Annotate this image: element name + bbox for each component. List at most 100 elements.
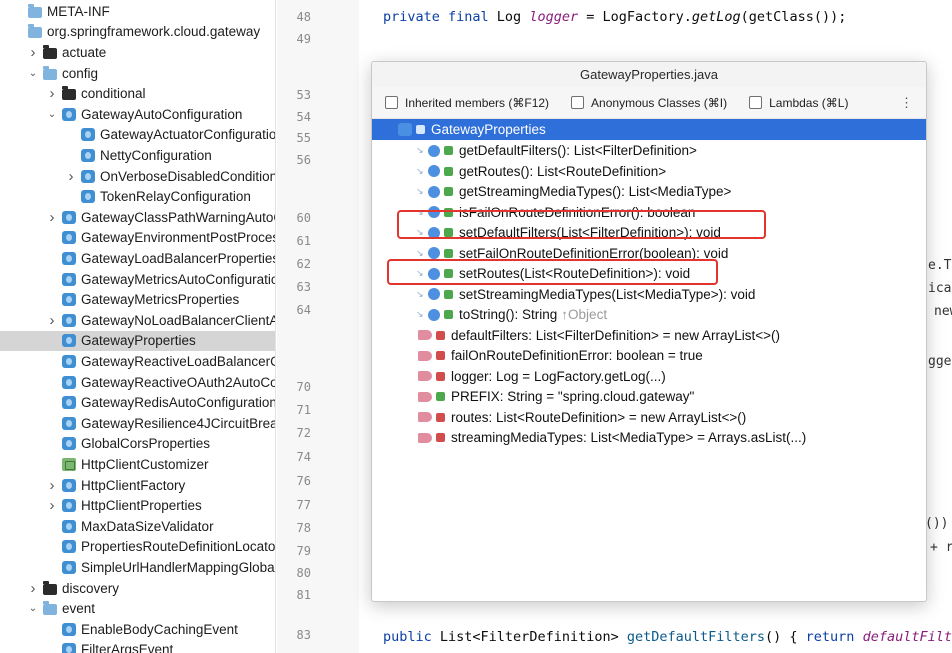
tree-item[interactable]: › HttpClientProperties — [0, 495, 275, 516]
tree-item[interactable]: ⌄ GatewayAutoConfiguration — [0, 104, 275, 125]
anonymous-classes-checkbox[interactable]: Anonymous Classes (⌘I) — [571, 96, 727, 110]
tree-item[interactable]: › GatewayNoLoadBalancerClientAutoConfigur… — [0, 310, 276, 331]
structure-root-item[interactable]: GatewayProperties — [372, 119, 926, 140]
tree-item[interactable]: FilterArgsEvent — [0, 640, 275, 653]
chevron-down-icon[interactable]: ⌄ — [27, 603, 39, 614]
chevron-right-icon[interactable]: › — [46, 477, 58, 494]
tree-item[interactable]: EnableBodyCachingEvent — [0, 619, 275, 640]
chevron-right-icon[interactable]: › — [46, 312, 58, 329]
more-options-icon[interactable]: ⋮ — [900, 95, 913, 111]
chevron-right-icon[interactable]: › — [46, 209, 58, 226]
chevron-right-icon[interactable]: › — [46, 497, 58, 514]
chevron-right-icon[interactable]: › — [27, 44, 39, 61]
structure-item-label: getRoutes(): List<RouteDefinition> — [459, 163, 667, 179]
structure-field-item[interactable]: failOnRouteDefinitionError: boolean = tr… — [372, 346, 926, 367]
tree-item[interactable]: › actuate — [0, 42, 275, 63]
tree-item-label: MaxDataSizeValidator — [81, 518, 214, 534]
tree-item[interactable]: › conditional — [0, 83, 275, 104]
tree-item[interactable]: TokenRelayConfiguration — [0, 186, 275, 207]
class-icon — [62, 272, 76, 286]
structure-item-label: logger: Log = LogFactory.getLog(...) — [451, 368, 666, 384]
tree-item[interactable]: › HttpClientFactory — [0, 475, 275, 496]
tree-item[interactable]: GatewayMetricsAutoConfiguration — [0, 269, 275, 290]
tree-item[interactable]: › discovery — [0, 578, 275, 599]
tree-item[interactable]: GatewayResilience4JCircuitBreakerAutoCon… — [0, 413, 275, 434]
tree-item-label: GatewayActuatorConfiguration — [100, 127, 276, 143]
structure-item-label: failOnRouteDefinitionError: boolean = tr… — [451, 348, 703, 364]
private-lock-icon — [436, 330, 445, 340]
structure-method-item[interactable]: ↘ toString(): String ↑Object — [372, 305, 926, 326]
keyword: public — [383, 629, 432, 645]
structure-field-item[interactable]: PREFIX: String = "spring.cloud.gateway" — [372, 387, 926, 408]
line-number: 53 — [296, 88, 311, 102]
line-number: 79 — [296, 544, 311, 558]
tree-item[interactable]: GatewayReactiveOAuth2AutoConfiguration — [0, 372, 275, 393]
checkbox-icon[interactable] — [385, 96, 398, 109]
structure-method-item[interactable]: ↘ setStreamingMediaTypes(List<MediaType>)… — [372, 284, 926, 305]
line-number: 56 — [296, 153, 311, 167]
class-icon — [62, 416, 76, 430]
tree-item[interactable]: ⌄ config — [0, 63, 275, 84]
tree-item[interactable]: GatewayActuatorConfiguration — [0, 125, 276, 146]
tree-item[interactable]: HttpClientCustomizer — [0, 454, 275, 475]
arrow-icon: ↘ — [416, 186, 424, 197]
code-fragment: new — [934, 304, 952, 319]
structure-field-item[interactable]: routes: List<RouteDefinition> = new Arra… — [372, 407, 926, 428]
structure-field-item[interactable]: logger: Log = LogFactory.getLog(...) — [372, 366, 926, 387]
tree-item[interactable]: NettyConfiguration — [0, 145, 275, 166]
tree-item-label: GatewayEnvironmentPostProcessor — [81, 230, 275, 246]
tree-item-label: org.springframework.cloud.gateway — [47, 24, 261, 40]
tree-item[interactable]: › OnVerboseDisabledCondition — [0, 166, 276, 187]
method-icon — [428, 247, 440, 260]
tree-item[interactable]: org.springframework.cloud.gateway — [0, 22, 275, 43]
code-line-48[interactable]: private final Log logger = LogFactory.ge… — [383, 9, 846, 25]
checkbox-icon[interactable] — [749, 96, 763, 109]
structure-method-item[interactable]: ↘ getRoutes(): List<RouteDefinition> — [372, 161, 926, 182]
tree-item[interactable]: GatewayEnvironmentPostProcessor — [0, 228, 275, 249]
chevron-right-icon[interactable]: › — [27, 580, 39, 597]
tree-item[interactable]: ⌄ event — [0, 598, 275, 619]
code-line-83[interactable]: public List<FilterDefinition> getDefault… — [383, 629, 952, 645]
structure-item-label: toString(): String — [459, 307, 558, 323]
package-icon — [43, 601, 57, 616]
structure-field-item[interactable]: streamingMediaTypes: List<MediaType> = A… — [372, 428, 926, 449]
lambdas-checkbox[interactable]: Lambdas (⌘L) — [749, 96, 848, 110]
class-icon — [62, 293, 76, 307]
tree-item-label: GatewayProperties — [81, 333, 196, 349]
chevron-down-icon[interactable]: ⌄ — [27, 68, 39, 79]
chevron-down-icon[interactable]: ⌄ — [46, 109, 58, 120]
line-number: 83 — [296, 628, 311, 642]
tree-item[interactable]: MaxDataSizeValidator — [0, 516, 275, 537]
inherited-members-checkbox[interactable]: Inherited members (⌘F12) — [385, 96, 549, 110]
tree-item[interactable]: GatewayMetricsProperties — [0, 289, 275, 310]
folder-icon — [43, 580, 57, 595]
public-lock-icon — [444, 187, 453, 197]
file-structure-popup[interactable]: GatewayProperties.java Inherited members… — [371, 61, 927, 602]
checkbox-icon[interactable] — [571, 96, 585, 109]
structure-method-item[interactable]: ↘ getDefaultFilters(): List<FilterDefinit… — [372, 141, 926, 162]
tree-item[interactable]: META-INF — [0, 1, 275, 22]
chevron-right-icon[interactable]: › — [46, 85, 58, 102]
structure-field-item[interactable]: defaultFilters: List<FilterDefinition> =… — [372, 325, 926, 346]
tree-item[interactable]: SimpleUrlHandlerMappingGlobalCorsAutoCon… — [0, 557, 275, 578]
tree-item[interactable]: GatewayRedisAutoConfiguration — [0, 392, 276, 413]
tree-item[interactable]: GatewayReactiveLoadBalancerClientAutoCon… — [0, 351, 275, 372]
tree-item-label: GatewayRedisAutoConfiguration — [81, 395, 276, 411]
code-fragment: ()) — [925, 516, 949, 531]
tree-item[interactable]: GlobalCorsProperties — [0, 434, 275, 455]
tree-item[interactable]: PropertiesRouteDefinitionLocator — [0, 537, 275, 558]
tree-item[interactable]: GatewayLoadBalancerProperties — [0, 248, 275, 269]
method-icon — [428, 165, 440, 178]
class-icon — [62, 251, 76, 265]
tree-item[interactable]: GatewayProperties — [0, 330, 275, 352]
tree-item-label: HttpClientCustomizer — [81, 456, 209, 472]
chevron-right-icon[interactable]: › — [65, 168, 77, 185]
checkbox-label: Anonymous Classes (⌘I) — [591, 95, 728, 110]
package-icon — [43, 65, 57, 80]
tree-item-label: OnVerboseDisabledCondition — [100, 168, 276, 184]
line-number: 49 — [296, 32, 311, 46]
tree-item-label: HttpClientFactory — [81, 477, 186, 493]
code-fragment: e.T — [928, 258, 952, 273]
tree-item[interactable]: › GatewayClassPathWarningAutoConfiguratio… — [0, 207, 276, 228]
structure-method-item[interactable]: ↘ getStreamingMediaTypes(): List<MediaTyp… — [372, 182, 926, 203]
